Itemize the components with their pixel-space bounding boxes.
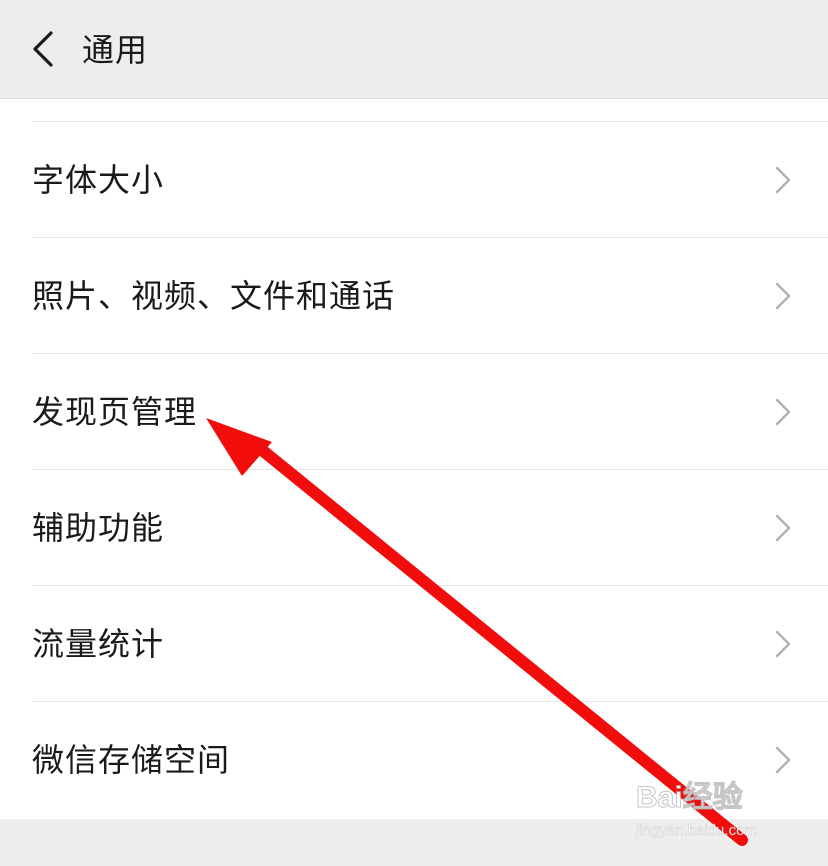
chevron-right-icon <box>775 166 791 194</box>
chevron-left-icon <box>33 31 53 67</box>
settings-list: 字体大小 照片、视频、文件和通话 发现页管理 辅助功能 流量统计 微信存储空间 <box>0 99 828 819</box>
chevron-right-icon <box>775 398 791 426</box>
footer-background <box>0 819 828 866</box>
chevron-right-icon <box>775 746 791 774</box>
settings-item-label: 发现页管理 <box>32 393 198 431</box>
page-title: 通用 <box>82 31 149 69</box>
chevron-right-icon <box>775 630 791 658</box>
settings-item-label: 微信存储空间 <box>32 741 231 779</box>
navigation-header: 通用 <box>0 0 828 99</box>
settings-item-label: 字体大小 <box>32 161 165 199</box>
settings-item-label: 辅助功能 <box>32 509 165 547</box>
chevron-right-icon <box>775 282 791 310</box>
settings-item-storage[interactable]: 微信存储空间 <box>0 702 828 818</box>
settings-item-font-size[interactable]: 字体大小 <box>0 122 828 238</box>
chevron-right-icon <box>775 514 791 542</box>
settings-item-accessibility[interactable]: 辅助功能 <box>0 470 828 586</box>
settings-item-discover-management[interactable]: 发现页管理 <box>0 354 828 470</box>
settings-item-media-files-calls[interactable]: 照片、视频、文件和通话 <box>0 238 828 354</box>
settings-item-label: 照片、视频、文件和通话 <box>32 277 396 315</box>
settings-item-data-usage[interactable]: 流量统计 <box>0 586 828 702</box>
back-button[interactable] <box>18 22 68 76</box>
settings-item-label: 流量统计 <box>32 625 165 663</box>
